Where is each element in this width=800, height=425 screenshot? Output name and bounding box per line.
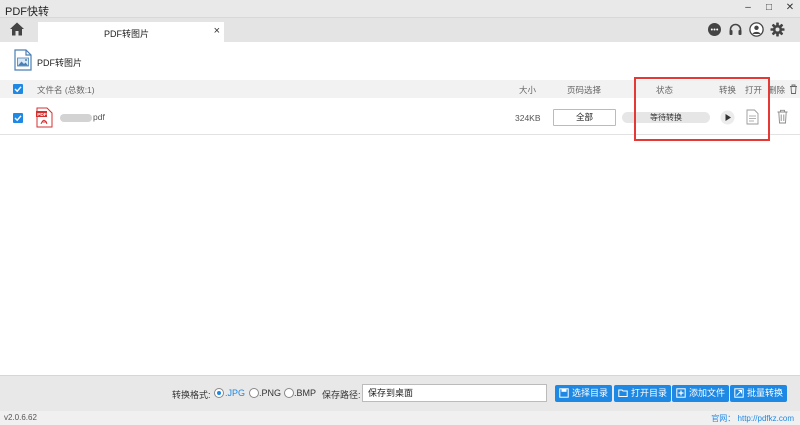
header-filename: 文件名 (总数:1) <box>37 85 95 95</box>
svg-text:PDF: PDF <box>37 112 47 118</box>
convert-icon <box>734 388 744 398</box>
pdf-file-icon: PDF <box>36 107 53 128</box>
radio-bmp-label[interactable]: .BMP <box>294 388 316 398</box>
open-dir-button[interactable]: 打开目录 <box>614 385 672 402</box>
plus-icon <box>676 388 686 398</box>
headset-icon[interactable] <box>728 22 743 37</box>
radio-bmp[interactable] <box>284 388 294 398</box>
status-bar: v2.0.6.62 官网： http://pdfkz.com <box>0 411 800 425</box>
file-size: 324KB <box>515 113 541 123</box>
radio-jpg-label[interactable]: .JPG <box>225 388 245 398</box>
pdf-to-image-icon <box>14 49 32 71</box>
header-status: 状态 <box>656 85 674 95</box>
maximize-button[interactable]: □ <box>763 2 775 14</box>
trash-icon[interactable] <box>776 109 789 124</box>
format-label: 转换格式: <box>172 390 211 400</box>
blurred-filename <box>60 113 92 122</box>
header-convert: 转换 <box>719 85 737 95</box>
tab-close-button[interactable]: × <box>214 25 220 37</box>
select-all-checkbox[interactable] <box>13 84 23 94</box>
file-name: pdf <box>60 112 105 122</box>
status-badge: 等待转换 <box>622 112 710 123</box>
header-delete: 删除 <box>768 85 786 95</box>
home-icon[interactable] <box>9 21 25 37</box>
window-title: PDF快转 <box>5 6 49 18</box>
check-icon <box>14 86 22 93</box>
radio-jpg[interactable] <box>214 388 224 398</box>
gear-icon[interactable] <box>770 22 785 37</box>
minimize-button[interactable]: – <box>742 2 754 14</box>
chat-icon[interactable] <box>707 22 722 37</box>
open-file-icon[interactable] <box>746 109 759 125</box>
version-text: v2.0.6.62 <box>4 413 37 422</box>
radio-png-label[interactable]: .PNG <box>259 388 281 398</box>
radio-png[interactable] <box>249 388 259 398</box>
save-icon <box>559 388 569 398</box>
page-select-button[interactable]: 全部 <box>553 109 616 126</box>
delete-all-icon[interactable] <box>789 84 798 94</box>
bottom-toolbar: 转换格式: .JPG .PNG .BMP 保存路径: 保存到桌面 选择目录 打开… <box>0 375 800 411</box>
folder-icon <box>618 389 628 397</box>
page-header: PDF转图片 <box>0 42 800 80</box>
play-icon[interactable] <box>720 110 735 125</box>
user-icon[interactable] <box>749 22 764 37</box>
check-icon <box>14 115 22 122</box>
batch-convert-button[interactable]: 批量转换 <box>730 385 788 402</box>
save-path-label: 保存路径: <box>322 390 361 400</box>
header-size: 大小 <box>519 85 537 95</box>
page-title: PDF转图片 <box>37 58 83 68</box>
header-open: 打开 <box>745 85 763 95</box>
tab-bar: PDF转图片 × <box>0 18 800 42</box>
website-link[interactable]: 官网： http://pdfkz.com <box>711 413 794 424</box>
title-bar: PDF快转 – □ ✕ <box>0 0 800 18</box>
header-page-select: 页码选择 <box>567 85 602 95</box>
tab-pdf-to-image[interactable]: PDF转图片 × <box>38 22 224 42</box>
row-checkbox[interactable] <box>13 113 23 123</box>
table-row[interactable]: PDF pdf 324KB 全部 等待转换 <box>0 101 800 135</box>
save-path-input[interactable]: 保存到桌面 <box>362 384 547 402</box>
tab-label: PDF转图片 <box>104 29 150 39</box>
choose-dir-button[interactable]: 选择目录 <box>555 385 613 402</box>
close-button[interactable]: ✕ <box>784 2 796 14</box>
table-header: 文件名 (总数:1) 大小 页码选择 状态 转换 打开 删除 <box>0 80 800 98</box>
add-file-button[interactable]: 添加文件 <box>672 385 730 402</box>
